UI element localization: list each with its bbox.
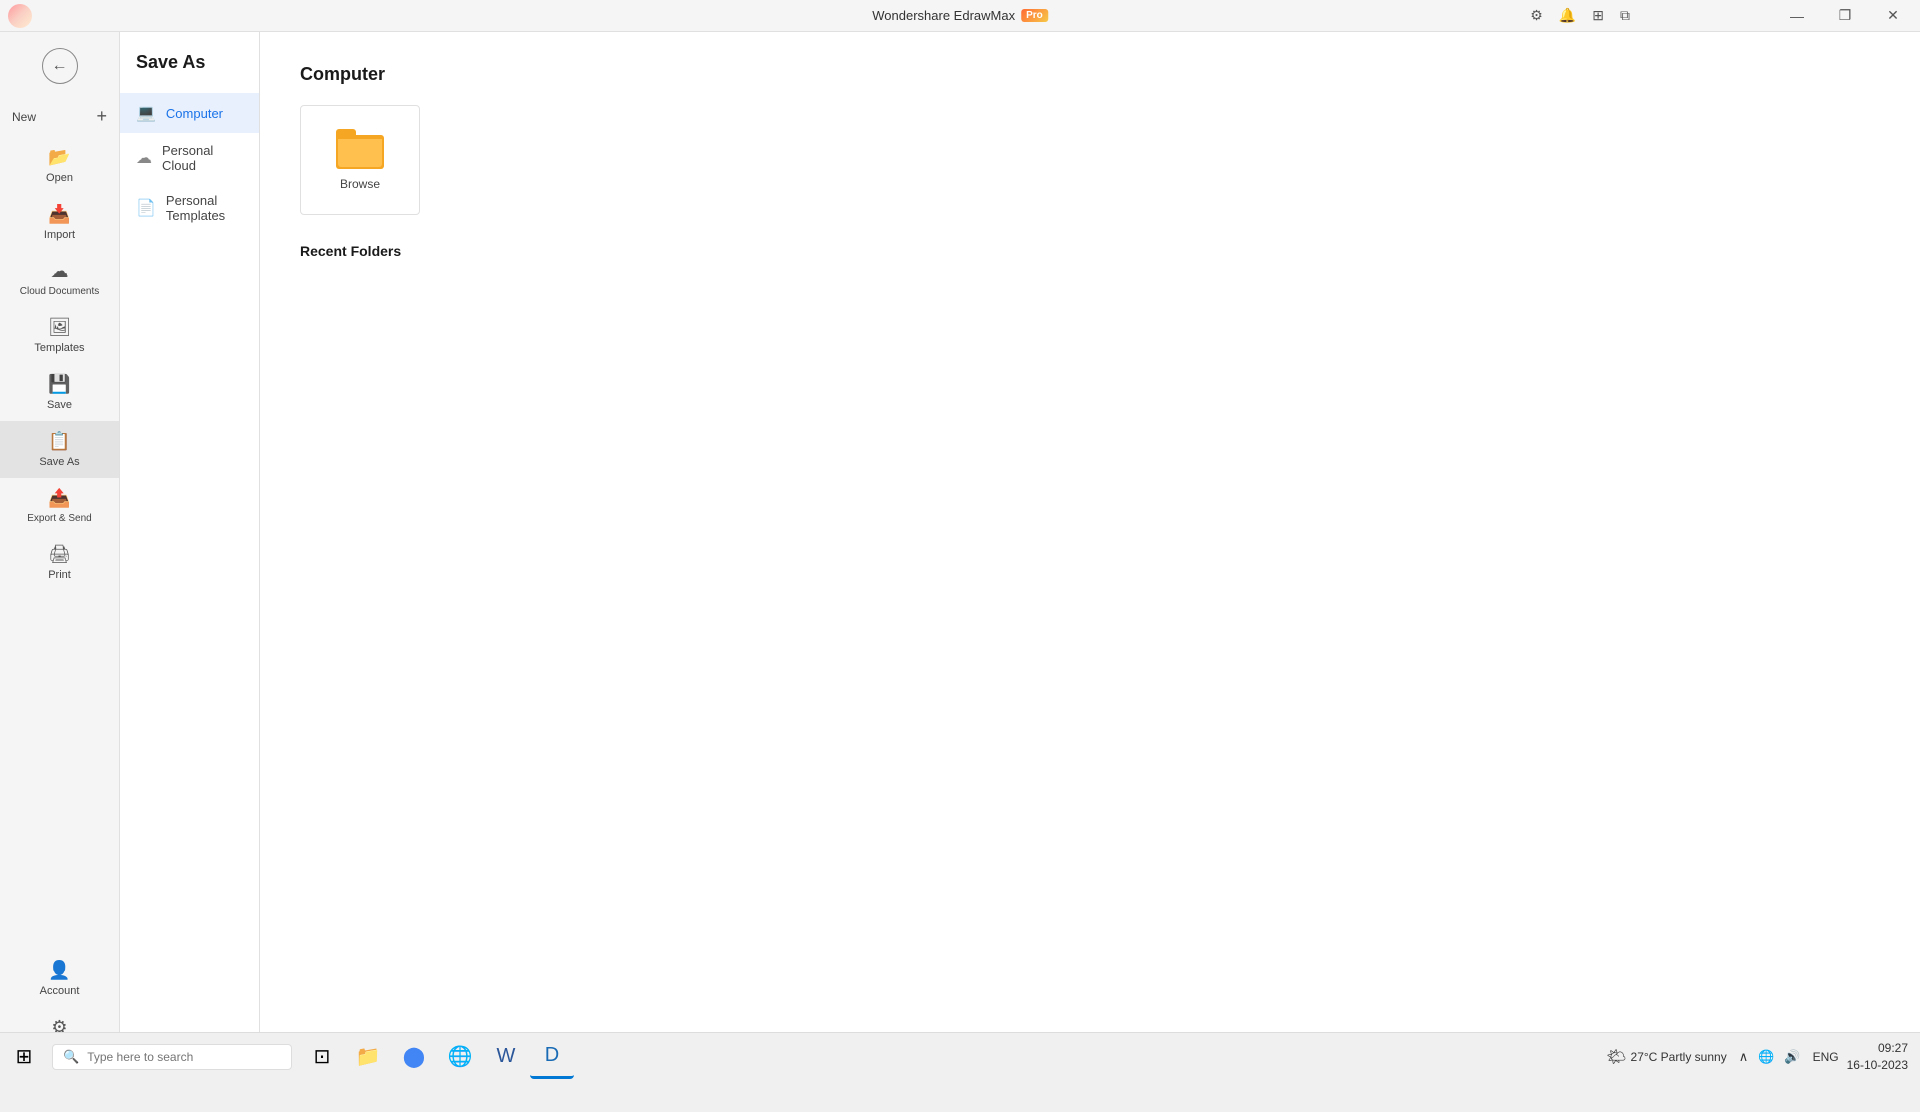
sidebar-item-new[interactable]: New + [0, 96, 119, 137]
sidebar-item-save[interactable]: 💾 Save [0, 364, 119, 421]
save-icon: 💾 [48, 374, 70, 395]
middle-sidebar: Save As 💻 Computer ☁ Personal Cloud 📄 Pe… [120, 32, 260, 1080]
sidebar-item-save-as[interactable]: 📋 Save As [0, 421, 119, 478]
bell-icon[interactable]: 🔔 [1555, 3, 1580, 28]
taskbar-app-widgets[interactable]: ⊡ [300, 1035, 344, 1079]
taskbar-app-edge[interactable]: 🌐 [438, 1035, 482, 1079]
start-button[interactable]: ⊞ [0, 1033, 48, 1081]
taskbar-app-edrawmax[interactable]: D [530, 1035, 574, 1079]
open-icon: 📂 [48, 147, 70, 168]
templates-icon: 🖼 [48, 317, 71, 338]
edge-icon: 🌐 [448, 1044, 473, 1069]
templates-label: Templates [34, 342, 84, 354]
save-as-label: Save As [39, 456, 79, 468]
settings-icon[interactable]: ⚙ [1526, 3, 1547, 28]
taskbar-search-icon: 🔍 [63, 1049, 79, 1065]
taskbar-right: 🌤 27°C Partly sunny ∧ 🌐 🔊 ENG 09:27 16-1… [1606, 1040, 1908, 1074]
clock-date: 16-10-2023 [1847, 1057, 1908, 1074]
sys-tray-icons: ∧ 🌐 🔊 [1735, 1047, 1805, 1067]
personal-templates-icon: 📄 [136, 198, 156, 218]
middle-nav-item-personal-templates[interactable]: 📄 Personal Templates [120, 183, 259, 233]
content-section-title: Computer [300, 64, 1880, 85]
taskbar-app-chrome[interactable]: ⬤ [392, 1035, 436, 1079]
sidebar-item-templates[interactable]: 🖼 Templates [0, 307, 119, 364]
network-icon[interactable]: 🌐 [1754, 1047, 1778, 1067]
taskbar-search-box[interactable]: 🔍 [52, 1044, 292, 1070]
recent-folders-title: Recent Folders [300, 243, 1880, 259]
left-sidebar: ← New + 📂 Open 📥 Import ☁ Cloud Document… [0, 32, 120, 1080]
taskbar-weather[interactable]: 🌤 27°C Partly sunny [1606, 1047, 1727, 1067]
title-bar-controls: — ❐ ✕ [1774, 0, 1916, 32]
widgets-icon: ⊡ [314, 1044, 331, 1069]
import-label: Import [44, 229, 75, 241]
plus-icon: + [96, 106, 107, 127]
print-label: Print [48, 569, 71, 581]
personal-cloud-label: Personal Cloud [162, 143, 243, 173]
word-icon: W [497, 1045, 516, 1068]
back-circle-icon: ← [42, 48, 78, 84]
expand-tray-icon[interactable]: ∧ [1735, 1047, 1753, 1067]
taskbar-app-word[interactable]: W [484, 1035, 528, 1079]
import-icon: 📥 [48, 204, 70, 225]
browse-label: Browse [340, 177, 380, 191]
windows-icon: ⊞ [16, 1044, 33, 1069]
restore-button[interactable]: ❐ [1822, 0, 1868, 32]
export-label: Export & Send [27, 513, 91, 524]
sidebar-item-cloud-documents[interactable]: ☁ Cloud Documents [0, 251, 119, 307]
weather-icon: 🌤 [1606, 1047, 1626, 1067]
browse-card[interactable]: Browse [300, 105, 420, 215]
volume-icon[interactable]: 🔊 [1780, 1047, 1804, 1067]
weather-text: 27°C Partly sunny [1631, 1050, 1727, 1064]
chrome-icon: ⬤ [403, 1044, 425, 1069]
sidebar-item-export-send[interactable]: 📤 Export & Send [0, 478, 119, 534]
save-label: Save [47, 399, 72, 411]
sidebar-spacer [0, 591, 119, 950]
taskbar-search-input[interactable] [87, 1050, 267, 1064]
middle-nav-item-computer[interactable]: 💻 Computer [120, 93, 259, 133]
account-label: Account [40, 985, 80, 997]
print-icon: 🖨 [48, 544, 71, 565]
personal-templates-label: Personal Templates [166, 193, 243, 223]
open-label: Open [46, 172, 73, 184]
title-bar-center: Wondershare EdrawMax Pro [872, 8, 1048, 23]
sidebar-item-open[interactable]: 📂 Open [0, 137, 119, 194]
taskbar-apps: ⊡ 📁 ⬤ 🌐 W D [300, 1035, 574, 1079]
edrawmax-icon: D [545, 1044, 559, 1067]
language-label[interactable]: ENG [1813, 1050, 1839, 1064]
avatar[interactable] [8, 4, 32, 28]
computer-label: Computer [166, 106, 223, 121]
personal-cloud-icon: ☁ [136, 148, 152, 168]
title-bar-right-icons: ⚙ 🔔 ⊞ ⧉ [1526, 3, 1634, 28]
title-bar: Wondershare EdrawMax Pro ⚙ 🔔 ⊞ ⧉ — ❐ ✕ [0, 0, 1920, 32]
folder-icon [336, 129, 384, 169]
account-icon: 👤 [48, 960, 70, 981]
computer-icon: 💻 [136, 103, 156, 123]
taskbar: ⊞ 🔍 ⊡ 📁 ⬤ 🌐 W D 🌤 27°C Partly sunny [0, 1032, 1920, 1080]
clock-time: 09:27 [1847, 1040, 1908, 1057]
cloud-docs-label: Cloud Documents [20, 286, 99, 297]
main-layout: ← New + 📂 Open 📥 Import ☁ Cloud Document… [0, 32, 1920, 1080]
app-name: Wondershare EdrawMax [872, 8, 1015, 23]
close-button[interactable]: ✕ [1870, 0, 1916, 32]
back-button[interactable]: ← [38, 44, 82, 88]
new-label: New [12, 110, 36, 124]
pro-badge: Pro [1021, 9, 1048, 22]
sidebar-item-import[interactable]: 📥 Import [0, 194, 119, 251]
sidebar-item-account[interactable]: 👤 Account [0, 950, 119, 1007]
copy-icon[interactable]: ⧉ [1616, 3, 1634, 28]
file-explorer-icon: 📁 [356, 1044, 381, 1069]
export-icon: 📤 [48, 488, 70, 509]
content-area: Computer Browse Recent Folders [260, 32, 1920, 1080]
layout-icon[interactable]: ⊞ [1588, 3, 1608, 28]
minimize-button[interactable]: — [1774, 0, 1820, 32]
taskbar-time[interactable]: 09:27 16-10-2023 [1847, 1040, 1908, 1074]
back-arrow-icon: ← [52, 57, 68, 75]
middle-nav-item-personal-cloud[interactable]: ☁ Personal Cloud [120, 133, 259, 183]
save-as-title: Save As [120, 52, 259, 93]
taskbar-app-file-explorer[interactable]: 📁 [346, 1035, 390, 1079]
sidebar-item-print[interactable]: 🖨 Print [0, 534, 119, 591]
save-as-icon: 📋 [48, 431, 70, 452]
cloud-docs-icon: ☁ [51, 261, 69, 282]
